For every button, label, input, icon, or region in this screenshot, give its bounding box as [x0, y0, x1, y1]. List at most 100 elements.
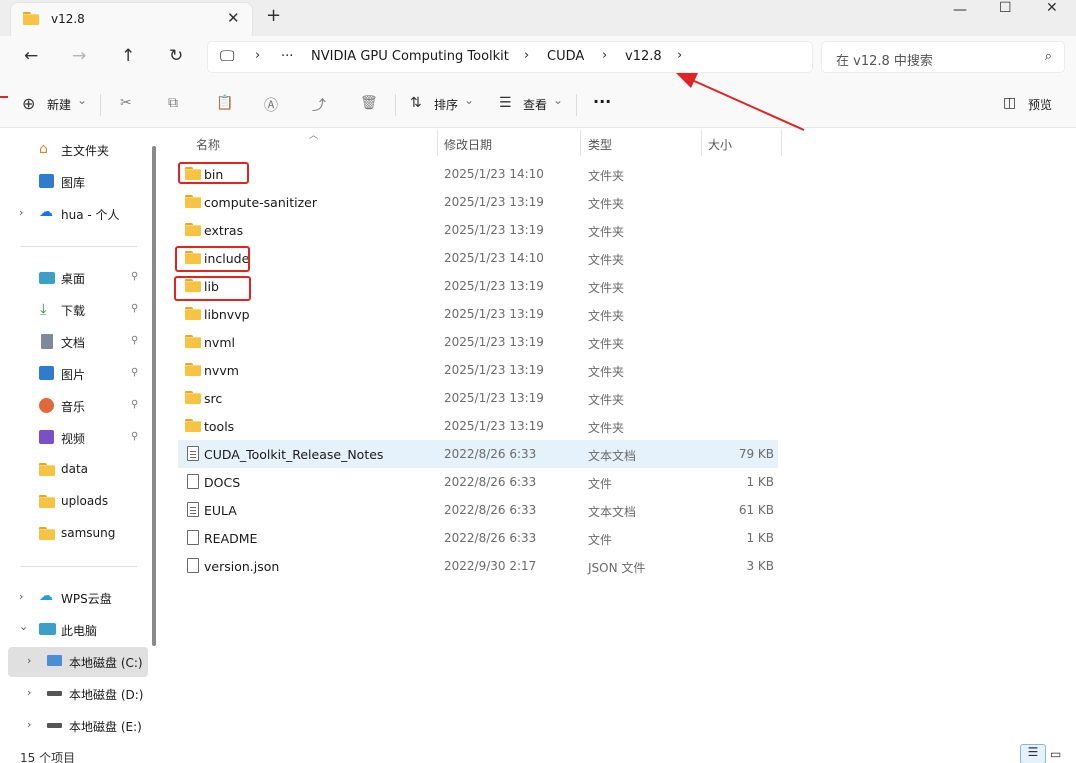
sidebar-item-disk-c[interactable]: › 本地磁盘 (C:)	[8, 647, 148, 677]
sidebar-item-label: 此电脑	[61, 624, 98, 638]
forward-button[interactable]: →	[72, 46, 86, 66]
share-icon[interactable]: ⤴	[312, 95, 326, 115]
refresh-button[interactable]: ↻	[169, 46, 183, 66]
sort-button[interactable]: 排序	[434, 96, 458, 113]
view-button[interactable]: 查看	[523, 96, 547, 113]
rename-icon[interactable]: Ⓐ	[264, 95, 278, 115]
delete-icon[interactable]: 🗑	[360, 95, 378, 111]
sidebar-item-wps[interactable]: › ☁ WPS云盘	[0, 583, 146, 613]
sidebar-item-cloud[interactable]: › ☁ hua - 个人	[0, 199, 146, 229]
chevron-right-icon[interactable]: ›	[27, 718, 31, 731]
sidebar-item-music[interactable]: 音乐 ⚲	[0, 391, 146, 421]
sidebar-item-videos[interactable]: 视频 ⚲	[0, 423, 146, 453]
column-header-name[interactable]: 名称	[196, 136, 220, 153]
chevron-right-icon[interactable]: ›	[19, 590, 23, 603]
copy-icon[interactable]: ⧉	[168, 95, 178, 111]
address-bar[interactable]: 🖵 › ··· NVIDIA GPU Computing Toolkit › C…	[207, 41, 813, 73]
table-row[interactable]: DOCS 2022/8/26 6:33 文件 1 KB	[178, 468, 778, 496]
table-row[interactable]: extras 2025/1/23 13:19 文件夹	[178, 216, 778, 244]
sidebar-item-home[interactable]: ⌂ 主文件夹	[0, 135, 146, 165]
tab-title: v12.8	[51, 12, 85, 26]
back-button[interactable]: ←	[24, 46, 38, 66]
paste-icon[interactable]: 📋	[216, 95, 233, 111]
chevron-down-icon[interactable]: ⌄	[19, 620, 28, 633]
sidebar-item-label: 视频	[61, 432, 86, 446]
search-input[interactable]: 在 v12.8 中搜索	[836, 50, 933, 69]
breadcrumb-v12-8[interactable]: v12.8	[625, 49, 662, 64]
table-row[interactable]: EULA 2022/8/26 6:33 文本文档 61 KB	[178, 496, 778, 524]
sidebar-item-this-pc[interactable]: ⌄ 此电脑	[0, 615, 146, 645]
column-divider[interactable]	[580, 130, 581, 156]
table-row[interactable]: lib 2025/1/23 13:19 文件夹	[178, 272, 778, 300]
tab-v12-8[interactable]: v12.8 ✕	[10, 2, 253, 36]
up-button[interactable]: ↑	[121, 46, 135, 66]
this-pc-icon[interactable]: 🖵	[220, 47, 234, 65]
pin-icon[interactable]: ⚲	[131, 367, 138, 378]
sidebar-item-label: data	[61, 462, 89, 476]
pin-icon[interactable]: ⚲	[131, 303, 138, 314]
new-button[interactable]: 新建	[47, 96, 71, 113]
pin-icon[interactable]: ⚲	[131, 335, 138, 346]
table-row[interactable]: version.json 2022/9/30 2:17 JSON 文件 3 KB	[178, 552, 778, 580]
table-row[interactable]: nvvm 2025/1/23 13:19 文件夹	[178, 356, 778, 384]
folder-icon	[39, 495, 55, 511]
column-header-type[interactable]: 类型	[588, 136, 612, 153]
sidebar-item-disk-d[interactable]: › 本地磁盘 (D:)	[8, 679, 148, 709]
file-name: DOCS	[204, 475, 241, 490]
table-row[interactable]: nvml 2025/1/23 13:19 文件夹	[178, 328, 778, 356]
pin-icon[interactable]: ⚲	[131, 271, 138, 282]
sidebar-item-gallery[interactable]: 图库	[0, 167, 146, 197]
table-row[interactable]: src 2025/1/23 13:19 文件夹	[178, 384, 778, 412]
close-window-button[interactable]: ✕	[1046, 0, 1058, 16]
sidebar-item-downloads[interactable]: ⤓ 下载 ⚲	[0, 295, 146, 325]
sidebar-item-label: WPS云盘	[61, 592, 112, 606]
tiles-view-button[interactable]: ▭	[1050, 747, 1061, 761]
file-name: nvml	[204, 335, 235, 350]
sidebar-item-label: 音乐	[61, 400, 86, 414]
pin-icon[interactable]: ⚲	[131, 399, 138, 410]
breadcrumb-separator[interactable]: ›	[524, 48, 529, 63]
chevron-right-icon[interactable]: ›	[27, 654, 31, 667]
breadcrumb-separator[interactable]: ›	[677, 48, 682, 63]
breadcrumb-separator[interactable]: ›	[255, 48, 260, 63]
file-date: 2025/1/23 14:10	[444, 167, 544, 181]
table-row[interactable]: README 2022/8/26 6:33 文件 1 KB	[178, 524, 778, 552]
column-divider[interactable]	[781, 130, 782, 156]
sidebar-item-desktop[interactable]: 桌面 ⚲	[0, 263, 146, 293]
table-row[interactable]: tools 2025/1/23 13:19 文件夹	[178, 412, 778, 440]
sidebar-item-samsung[interactable]: samsung	[0, 519, 146, 549]
sidebar-item-label: 下载	[61, 304, 86, 318]
column-header-date[interactable]: 修改日期	[444, 136, 492, 153]
column-header-size[interactable]: 大小	[708, 136, 732, 153]
cloud-icon: ☁	[39, 588, 53, 604]
sidebar-item-documents[interactable]: 文档 ⚲	[0, 327, 146, 357]
table-row[interactable]: CUDA_Toolkit_Release_Notes 2022/8/26 6:33…	[178, 440, 778, 468]
maximize-button[interactable]: ☐	[999, 0, 1012, 16]
breadcrumb-separator[interactable]: ›	[602, 48, 607, 63]
table-row[interactable]: compute-sanitizer 2025/1/23 13:19 文件夹	[178, 188, 778, 216]
breadcrumb-nvidia-toolkit[interactable]: NVIDIA GPU Computing Toolkit	[311, 49, 509, 64]
details-view-button[interactable]: ☰	[1020, 744, 1046, 763]
pin-icon[interactable]: ⚲	[131, 431, 138, 442]
column-divider[interactable]	[437, 130, 438, 156]
sidebar-item-disk-e[interactable]: › 本地磁盘 (E:)	[8, 711, 148, 741]
chevron-right-icon[interactable]: ›	[27, 686, 31, 699]
more-options-button[interactable]: ···	[593, 92, 611, 111]
sidebar-scrollbar[interactable]	[152, 146, 156, 646]
sidebar-item-uploads[interactable]: uploads	[0, 487, 146, 517]
sidebar-item-data[interactable]: data	[0, 455, 146, 485]
table-row[interactable]: include 2025/1/23 14:10 文件夹	[178, 244, 778, 272]
cut-icon[interactable]: ✂	[120, 95, 132, 111]
table-row[interactable]: libnvvp 2025/1/23 13:19 文件夹	[178, 300, 778, 328]
column-divider[interactable]	[701, 130, 702, 156]
chevron-right-icon[interactable]: ›	[19, 206, 23, 219]
table-row[interactable]: bin 2025/1/23 14:10 文件夹	[178, 160, 778, 188]
breadcrumb-cuda[interactable]: CUDA	[547, 49, 584, 64]
breadcrumb-more[interactable]: ···	[281, 49, 293, 64]
tab-close-icon[interactable]: ✕	[227, 9, 240, 27]
preview-button[interactable]: 预览	[1028, 96, 1052, 113]
minimize-button[interactable]: —	[953, 2, 967, 18]
new-tab-button[interactable]: +	[266, 5, 281, 26]
search-box[interactable]: 在 v12.8 中搜索 ⌕	[821, 41, 1065, 73]
sidebar-item-pictures[interactable]: 图片 ⚲	[0, 359, 146, 389]
